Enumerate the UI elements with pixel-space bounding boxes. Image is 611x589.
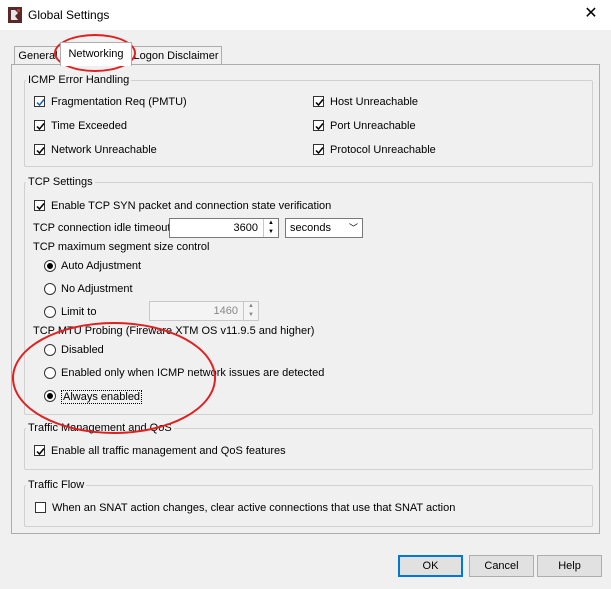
- label-mss-control: TCP maximum segment size control: [33, 241, 210, 253]
- app-logo-icon: [8, 7, 22, 23]
- help-button[interactable]: Help: [537, 555, 602, 577]
- idle-timeout-spinner[interactable]: 3600 ▲ ▼: [169, 218, 279, 238]
- ok-button[interactable]: OK: [398, 555, 463, 577]
- icmp-group-title: ICMP Error Handling: [26, 74, 132, 86]
- checkbox-port-unreachable[interactable]: [313, 120, 324, 131]
- radio-auto-adjustment[interactable]: [44, 260, 56, 272]
- radio-limit-to[interactable]: [44, 306, 56, 318]
- tab-networking[interactable]: Networking: [60, 42, 132, 66]
- spinner-arrows-icon: ▲ ▼: [243, 302, 258, 320]
- checkbox-fragmentation-req[interactable]: [34, 96, 45, 107]
- label-protocol-unreachable: Protocol Unreachable: [330, 144, 436, 156]
- label-idle-timeout: TCP connection idle timeout: [33, 222, 171, 234]
- tab-logon-disclaimer[interactable]: Logon Disclaimer: [130, 46, 222, 65]
- label-fragmentation-req: Fragmentation Req (PMTU): [51, 96, 187, 108]
- label-traffic-mgmt: Enable all traffic management and QoS fe…: [51, 445, 286, 457]
- label-tcp-syn: Enable TCP SYN packet and connection sta…: [51, 200, 332, 212]
- chevron-down-icon: ﹀: [348, 223, 358, 233]
- label-network-unreachable: Network Unreachable: [51, 144, 157, 156]
- label-auto-adjustment: Auto Adjustment: [61, 260, 142, 272]
- window-title: Global Settings: [28, 8, 110, 22]
- checkbox-snat-clear[interactable]: [35, 502, 46, 513]
- label-time-exceeded: Time Exceeded: [51, 120, 128, 132]
- checkbox-protocol-unreachable[interactable]: [313, 144, 324, 155]
- checkbox-traffic-mgmt[interactable]: [34, 445, 45, 456]
- tcp-group-title: TCP Settings: [26, 176, 95, 188]
- checkbox-tcp-syn[interactable]: [34, 200, 45, 211]
- limit-to-value: 1460: [213, 305, 238, 317]
- idle-unit-select[interactable]: seconds ﹀: [285, 218, 363, 238]
- idle-unit-value: seconds: [290, 222, 331, 234]
- checkbox-network-unreachable[interactable]: [34, 144, 45, 155]
- checkbox-host-unreachable[interactable]: [313, 96, 324, 107]
- limit-to-spinner: 1460 ▲ ▼: [149, 301, 259, 321]
- idle-timeout-value: 3600: [233, 222, 258, 234]
- label-no-adjustment: No Adjustment: [61, 283, 133, 295]
- spinner-arrows-icon[interactable]: ▲ ▼: [263, 219, 278, 237]
- label-limit-to: Limit to: [61, 306, 97, 318]
- checkbox-time-exceeded[interactable]: [34, 120, 45, 131]
- radio-no-adjustment[interactable]: [44, 283, 56, 295]
- label-host-unreachable: Host Unreachable: [330, 96, 419, 108]
- close-icon[interactable]: ✕: [576, 2, 606, 26]
- cancel-button[interactable]: Cancel: [469, 555, 534, 577]
- title-bar: Global Settings ✕: [0, 0, 611, 30]
- annotation-circle-mtu-probing: [12, 322, 216, 434]
- traffic-flow-group-title: Traffic Flow: [26, 479, 87, 491]
- label-port-unreachable: Port Unreachable: [330, 120, 416, 132]
- label-snat-clear: When an SNAT action changes, clear activ…: [52, 502, 456, 514]
